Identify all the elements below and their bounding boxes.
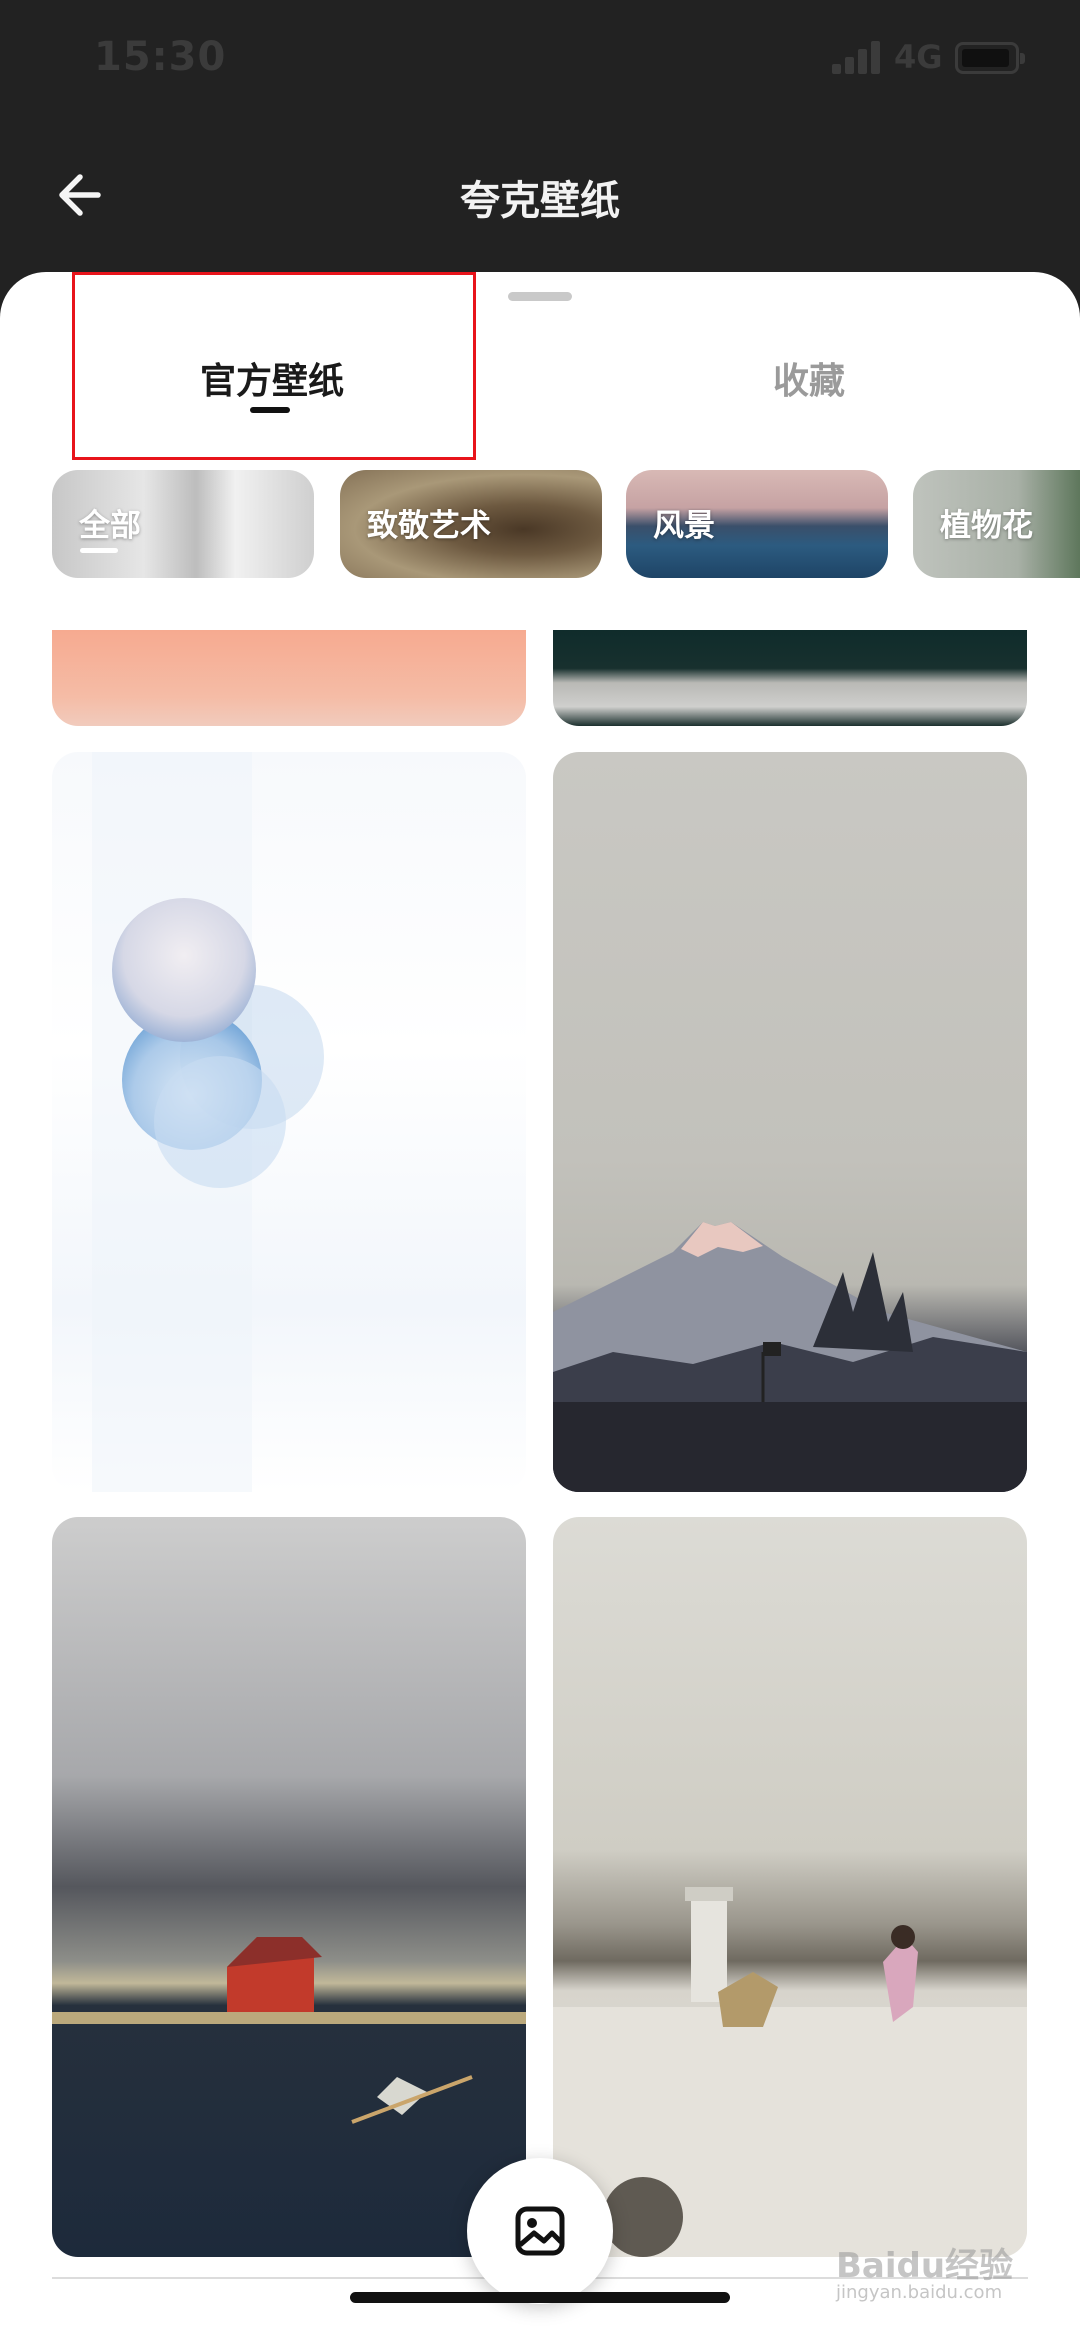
nav-bar: 夸克壁纸: [0, 150, 1080, 240]
tab-active-indicator: [250, 407, 290, 413]
wallpaper-card[interactable]: [52, 1517, 526, 2257]
category-chip-all[interactable]: 全部: [52, 470, 314, 578]
wallpaper-card[interactable]: [553, 630, 1027, 726]
category-chip-label: 植物花: [940, 508, 1033, 544]
category-chips: 全部 致敬艺术 风景 植物花: [52, 470, 1080, 580]
wallpaper-thumbnail: [553, 1222, 1027, 1492]
category-chip-scenery[interactable]: 风景: [626, 470, 888, 578]
wallpaper-thumbnail: [92, 752, 324, 1492]
network-label: 4G: [894, 38, 943, 76]
status-bar: 15:30 4G: [0, 0, 1080, 120]
image-icon: [515, 2206, 565, 2256]
sheet-grabber[interactable]: [508, 292, 572, 301]
watermark-url: jingyan.baidu.com: [836, 2282, 1003, 2303]
category-chip-label: 全部: [79, 508, 141, 544]
wallpaper-thumbnail: [52, 1937, 526, 2124]
tab-official-wallpaper[interactable]: 官方壁纸: [200, 352, 344, 404]
tab-favorites[interactable]: 收藏: [773, 352, 845, 404]
wallpaper-thumbnail: [553, 1887, 1027, 2257]
wallpaper-card[interactable]: [52, 752, 526, 1492]
category-chip-label: 风景: [653, 508, 715, 544]
wallpaper-card[interactable]: [52, 630, 526, 726]
category-chip-plants[interactable]: 植物花: [913, 470, 1080, 578]
chip-selected-indicator: [80, 548, 118, 553]
home-indicator: [350, 2292, 730, 2303]
category-chip-art[interactable]: 致敬艺术: [340, 470, 602, 578]
watermark-text: Baidu经验: [836, 2246, 1014, 2286]
wallpaper-card[interactable]: [553, 1517, 1027, 2257]
battery-icon: [955, 42, 1025, 74]
status-time: 15:30: [94, 34, 227, 80]
page-title: 夸克壁纸: [460, 178, 620, 224]
wallpaper-sheet: 官方壁纸 收藏 全部 致敬艺术 风景 植物花 Baidu经验 jingyan.b…: [0, 272, 1080, 2337]
category-chip-label: 致敬艺术: [367, 508, 491, 544]
battery-fill: [962, 49, 1009, 67]
wallpaper-fab-button[interactable]: [467, 2158, 613, 2304]
wallpaper-card[interactable]: [553, 752, 1027, 1492]
signal-icon: [832, 40, 882, 74]
